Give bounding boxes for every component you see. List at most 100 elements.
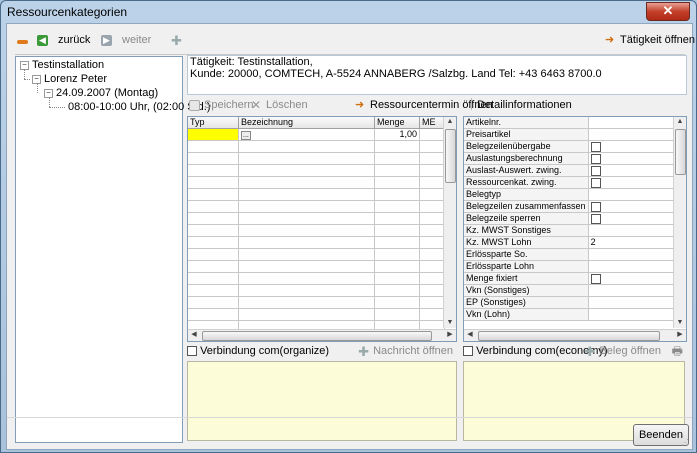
- scroll-right-arrow-icon[interactable]: ▶: [444, 330, 456, 340]
- detail-row[interactable]: Belegzeilenübergabe: [464, 140, 684, 153]
- detail-checkbox[interactable]: [590, 273, 601, 284]
- organize-connection-checkbox[interactable]: [187, 346, 197, 357]
- delete-button[interactable]: ✕ Löschen: [251, 98, 308, 112]
- scroll-thumb[interactable]: [675, 129, 686, 175]
- detail-value[interactable]: [588, 272, 684, 285]
- items-vertical-scrollbar[interactable]: ▲ ▼: [443, 117, 456, 328]
- scroll-up-arrow-icon[interactable]: ▲: [674, 117, 686, 127]
- details-horizontal-scrollbar[interactable]: ◀ ▶: [464, 329, 686, 341]
- scroll-down-arrow-icon[interactable]: ▼: [444, 318, 456, 328]
- scroll-right-arrow-icon[interactable]: ▶: [674, 330, 686, 340]
- detail-checkbox[interactable]: [590, 141, 601, 152]
- detail-value[interactable]: [588, 224, 684, 237]
- table-row[interactable]: [188, 140, 445, 153]
- table-row[interactable]: [188, 152, 445, 165]
- detail-row[interactable]: Erlössparte Lohn: [464, 260, 684, 273]
- open-activity-button[interactable]: ➜ Tätigkeit öffnen: [605, 32, 695, 48]
- detail-row[interactable]: Erlössparte So.: [464, 248, 684, 261]
- detail-value[interactable]: [588, 260, 684, 273]
- resource-tree[interactable]: − Testinstallation − Lorenz Peter − 24.0…: [15, 56, 210, 443]
- detail-row[interactable]: Kz. MWST Lohn 2: [464, 236, 684, 249]
- open-resource-appointment-button[interactable]: ➜ Ressourcentermin öffnen: [355, 98, 493, 112]
- detail-row[interactable]: Auslast-Auswert. zwing.: [464, 164, 684, 177]
- detail-value[interactable]: [588, 152, 684, 165]
- forward-button[interactable]: ▶ weiter: [101, 32, 151, 48]
- printer-icon[interactable]: 🖶: [672, 343, 683, 359]
- scroll-thumb[interactable]: [478, 331, 660, 341]
- detail-value[interactable]: [588, 188, 684, 201]
- table-row[interactable]: [188, 212, 445, 225]
- detail-value[interactable]: [588, 117, 684, 129]
- table-row[interactable]: [188, 224, 445, 237]
- detail-info-grid[interactable]: Artikelnr. Preisartikel Belegzeilenübergab…: [463, 116, 687, 342]
- cell-bezeichnung[interactable]: ...: [238, 128, 375, 141]
- open-document-button[interactable]: ✚ Beleg öffnen: [584, 343, 661, 359]
- cell-menge[interactable]: 1,00: [374, 128, 420, 141]
- table-row[interactable]: [188, 296, 445, 309]
- items-horizontal-scrollbar[interactable]: ◀ ▶: [188, 329, 456, 341]
- table-row[interactable]: [188, 164, 445, 177]
- detail-checkbox[interactable]: [590, 213, 601, 224]
- detail-value[interactable]: [588, 164, 684, 177]
- table-row[interactable]: [188, 272, 445, 285]
- collapse-button[interactable]: [17, 32, 32, 48]
- detail-value[interactable]: [588, 176, 684, 189]
- detail-row[interactable]: Vkn (Lohn): [464, 308, 684, 321]
- column-header-bezeichnung[interactable]: Bezeichnung: [238, 117, 375, 129]
- items-grid[interactable]: Typ Bezeichnung Menge ME ... 1,00 ▲ ▼ ◀ …: [187, 116, 457, 342]
- detail-checkbox[interactable]: [590, 165, 601, 176]
- table-row[interactable]: [188, 260, 445, 273]
- scroll-thumb[interactable]: [202, 331, 432, 341]
- scroll-down-arrow-icon[interactable]: ▼: [674, 318, 686, 328]
- detail-row[interactable]: Auslastungsberechnung: [464, 152, 684, 165]
- column-header-typ[interactable]: Typ: [188, 117, 239, 129]
- detail-value[interactable]: [588, 212, 684, 225]
- table-row[interactable]: [188, 176, 445, 189]
- table-row[interactable]: [188, 248, 445, 261]
- detail-value[interactable]: [588, 284, 684, 297]
- open-message-button[interactable]: ✚ Nachricht öffnen: [358, 343, 453, 359]
- tree-node-person[interactable]: Lorenz Peter: [44, 72, 107, 86]
- detail-row[interactable]: Kz. MWST Sonstiges: [464, 224, 684, 237]
- detail-row[interactable]: Belegtyp: [464, 188, 684, 201]
- column-header-me[interactable]: ME: [419, 117, 445, 129]
- cell-typ-editing[interactable]: [188, 128, 239, 141]
- detail-checkbox[interactable]: [590, 201, 601, 212]
- detail-value[interactable]: 2: [588, 236, 684, 249]
- table-row[interactable]: [188, 308, 445, 321]
- scroll-thumb[interactable]: [445, 129, 456, 183]
- detail-checkbox[interactable]: [590, 153, 601, 164]
- back-button[interactable]: ◀ zurück: [37, 32, 90, 48]
- table-row[interactable]: [188, 236, 445, 249]
- tree-node-date[interactable]: 24.09.2007 (Montag): [56, 86, 158, 100]
- economy-connection-checkbox[interactable]: [463, 346, 473, 357]
- table-row[interactable]: ... 1,00: [188, 128, 445, 141]
- detail-row[interactable]: Artikelnr.: [464, 117, 684, 129]
- scroll-left-arrow-icon[interactable]: ◀: [188, 330, 200, 340]
- detail-value[interactable]: [588, 128, 684, 141]
- window-close-button[interactable]: ✕: [646, 2, 690, 21]
- detail-value[interactable]: [588, 296, 684, 309]
- add-button[interactable]: ✚: [171, 32, 186, 48]
- detail-row[interactable]: Preisartikel: [464, 128, 684, 141]
- column-header-menge[interactable]: Menge: [374, 117, 420, 129]
- detail-value[interactable]: [588, 308, 684, 321]
- detail-row[interactable]: Belegzeilen zusammenfassen: [464, 200, 684, 213]
- save-button[interactable]: Speichern: [189, 98, 254, 112]
- detail-row[interactable]: EP (Sonstiges): [464, 296, 684, 309]
- ellipsis-button[interactable]: ...: [241, 131, 251, 140]
- table-row[interactable]: [188, 284, 445, 297]
- detail-row[interactable]: Belegzeile sperren: [464, 212, 684, 225]
- table-row[interactable]: [188, 200, 445, 213]
- detail-row[interactable]: Menge fixiert: [464, 272, 684, 285]
- details-vertical-scrollbar[interactable]: ▲ ▼: [673, 117, 686, 328]
- scroll-up-arrow-icon[interactable]: ▲: [444, 117, 456, 127]
- detail-row[interactable]: Vkn (Sonstiges): [464, 284, 684, 297]
- detail-checkbox[interactable]: [590, 177, 601, 188]
- resize-grip-icon[interactable]: ⋰: [681, 438, 691, 448]
- table-row[interactable]: [188, 188, 445, 201]
- scroll-left-arrow-icon[interactable]: ◀: [464, 330, 476, 340]
- detail-row[interactable]: Ressourcenkat. zwing.: [464, 176, 684, 189]
- detail-value[interactable]: [588, 140, 684, 153]
- detail-value[interactable]: [588, 200, 684, 213]
